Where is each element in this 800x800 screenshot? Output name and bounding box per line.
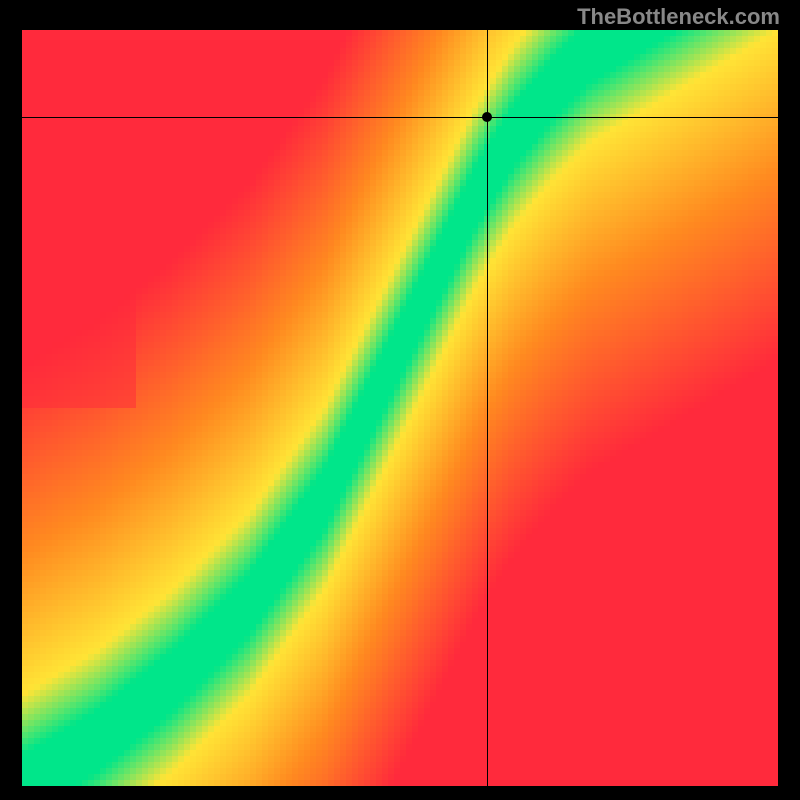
heatmap-plot <box>22 30 778 786</box>
watermark-text: TheBottleneck.com <box>577 4 780 30</box>
crosshair-horizontal <box>22 117 778 118</box>
crosshair-vertical <box>487 30 488 786</box>
chart-container: TheBottleneck.com <box>0 0 800 800</box>
heatmap-canvas <box>22 30 778 786</box>
crosshair-marker <box>482 112 492 122</box>
